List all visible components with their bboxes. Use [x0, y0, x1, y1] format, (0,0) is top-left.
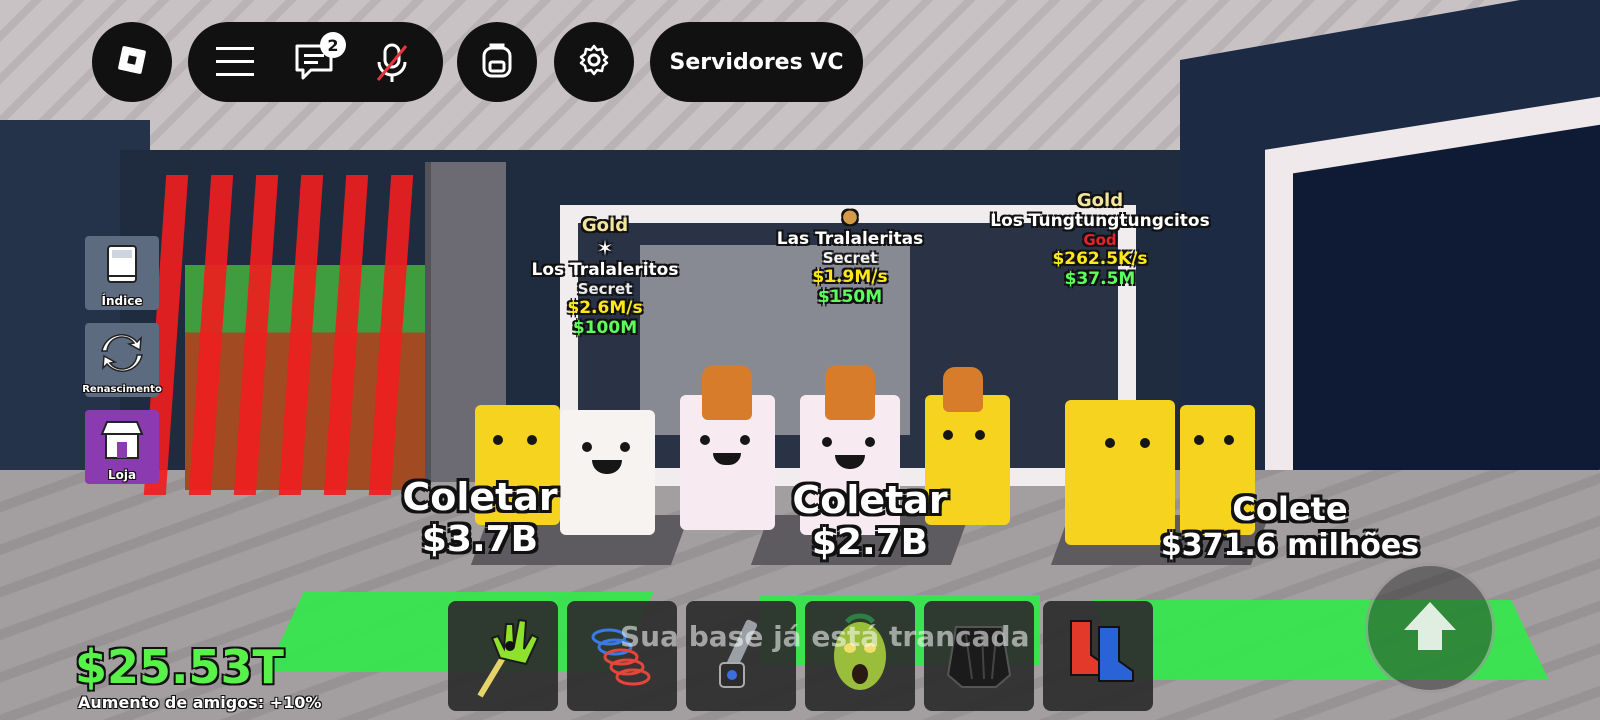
rarity-label: Gold: [1076, 190, 1124, 211]
sparkle-icon: ✶: [596, 236, 614, 260]
collect-label: Coletar $2.7B: [780, 478, 960, 563]
mic-muted-icon[interactable]: [374, 42, 410, 88]
arrow-up-icon: [1400, 598, 1460, 658]
income-rate: $1.9M/s: [812, 267, 888, 287]
collect-amount: $2.7B: [811, 522, 929, 563]
collect-text: Colete: [1232, 490, 1348, 528]
hotdog-icon: ●: [842, 206, 858, 227]
tier-label: God: [1083, 231, 1117, 249]
settings-button[interactable]: [554, 22, 634, 102]
rebirth-button[interactable]: Renascimento: [82, 323, 162, 397]
hotbar-slot-1[interactable]: [448, 601, 558, 711]
tier-label: Secret: [577, 280, 633, 298]
collect-amount: $371.6 milhões: [1160, 528, 1420, 563]
index-button[interactable]: Índice: [85, 236, 159, 310]
collect-label: Coletar $3.7B: [395, 475, 565, 560]
hotbar-slot-4[interactable]: [805, 601, 915, 711]
shop-icon: [97, 418, 147, 466]
notification-toast: Sua base já está trancada: [620, 620, 1030, 653]
income-rate: $262.5K/s: [1052, 249, 1148, 269]
refresh-icon: [97, 329, 147, 381]
character-tralalerita[interactable]: [680, 365, 775, 530]
voice-servers-label: Servidores VC: [669, 49, 844, 75]
hotbar-slot-2[interactable]: [567, 601, 677, 711]
index-label: Índice: [101, 294, 143, 308]
shop-button[interactable]: Loja: [85, 410, 159, 484]
jump-button[interactable]: [1365, 563, 1495, 693]
hamburger-menu-icon[interactable]: [216, 44, 254, 84]
green-slap-glove-icon: [460, 606, 546, 706]
collect-amount: $3.7B: [421, 519, 539, 560]
collect-text: Coletar: [402, 475, 558, 519]
chat-badge: 2: [320, 32, 346, 58]
friend-bonus: Aumento de amigos: +10%: [78, 693, 322, 712]
money-counter: $25.53T: [75, 640, 284, 694]
laser-cage: [143, 175, 430, 495]
backpack-button[interactable]: [457, 22, 537, 102]
roblox-menu-button[interactable]: [92, 22, 172, 102]
shop-label: Loja: [107, 468, 137, 482]
rarity-label: Gold: [581, 215, 629, 236]
price-label: $100M: [572, 318, 638, 338]
income-rate: $2.6M/s: [567, 298, 643, 318]
book-icon: [100, 242, 144, 292]
collect-text: Coletar: [792, 478, 948, 522]
brainrot-name: Los Tralaleritos: [531, 260, 679, 280]
hotbar-slot-3[interactable]: [686, 601, 796, 711]
billboard-los-tralaleritos: Gold ✶ Los Tralaleritos Secret $2.6M/s $…: [505, 215, 705, 338]
topbar-group: 2: [188, 22, 443, 102]
price-label: $37.5M: [1064, 269, 1136, 289]
hotbar-slot-6[interactable]: [1043, 601, 1153, 711]
rebirth-label: Renascimento: [82, 384, 162, 395]
voice-servers-button[interactable]: Servidores VC: [650, 22, 863, 102]
roblox-logo-icon: [115, 43, 149, 81]
billboard-los-tungtungtungcitos: Gold Los Tungtungtungcitos God $262.5K/s…: [985, 190, 1215, 289]
price-label: $150M: [817, 287, 883, 307]
tier-label: Secret: [822, 249, 878, 267]
brainrot-name: Los Tungtungtungcitos: [990, 211, 1210, 231]
gear-icon: [577, 43, 611, 81]
billboard-las-tralaleritas: ● Las Tralaleritas Secret $1.9M/s $150M: [750, 205, 950, 307]
hotbar-slot-5[interactable]: [924, 601, 1034, 711]
character-tralalerito[interactable]: [560, 410, 655, 535]
blue-red-boots-icon: [1053, 609, 1143, 703]
brainrot-name: Las Tralaleritas: [776, 229, 924, 249]
backpack-icon: [479, 40, 515, 84]
collect-label: Colete $371.6 milhões: [1150, 490, 1430, 563]
game-viewport[interactable]: Gold ✶ Los Tralaleritos Secret $2.6M/s $…: [0, 0, 1600, 720]
